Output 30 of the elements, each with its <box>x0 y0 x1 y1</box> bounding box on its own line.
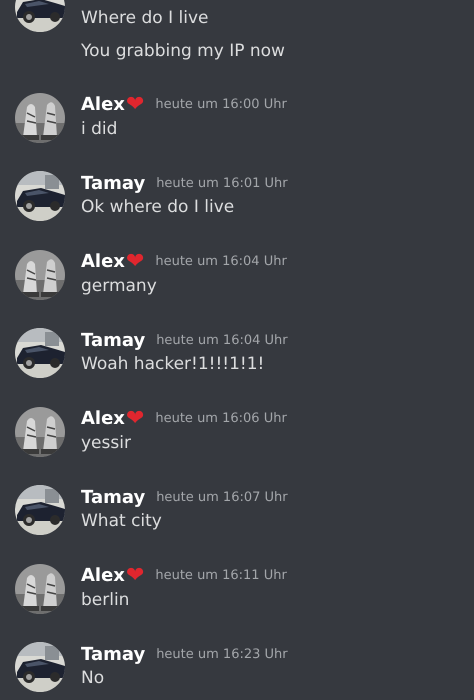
username[interactable]: Alex <box>81 565 125 586</box>
username[interactable]: Tamay <box>81 172 146 194</box>
message-text: yessir <box>81 432 132 454</box>
timestamp: heute um 16:23 Uhr <box>156 646 288 662</box>
username[interactable]: Alex <box>81 251 125 272</box>
timestamp: heute um 16:11 Uhr <box>155 568 287 583</box>
username[interactable]: Tamay <box>81 644 146 664</box>
message-text: Ok where do I live <box>81 196 236 219</box>
timestamp: heute um 16:04 Uhr <box>155 254 287 269</box>
message-text: No <box>81 667 106 690</box>
heart-emoji: ❤ <box>126 406 144 430</box>
username[interactable]: Tamay <box>81 486 146 508</box>
timestamp: heute um 16:04 Uhr <box>156 332 288 348</box>
heart-emoji: ❤ <box>126 564 144 588</box>
message-text: Where do I live <box>81 7 210 30</box>
username[interactable]: Alex <box>81 94 125 115</box>
timestamp: heute um 16:06 Uhr <box>155 411 287 426</box>
timestamp: heute um 16:07 Uhr <box>156 490 288 504</box>
message-text: You grabbing my IP now <box>81 40 285 63</box>
timestamp: heute um 16:00 Uhr <box>155 97 287 112</box>
username[interactable]: Tamay <box>81 330 146 350</box>
message-text: i did <box>81 118 118 140</box>
message-text: Woah hacker!1!!!1!1! <box>81 353 266 376</box>
heart-emoji: ❤ <box>126 250 144 274</box>
heart-emoji: ❤ <box>126 92 144 116</box>
timestamp: heute um 16:01 Uhr <box>156 176 288 190</box>
message-text: germany <box>81 274 158 298</box>
message-text: berlin <box>81 588 130 612</box>
username[interactable]: Alex <box>81 408 125 429</box>
message-text: What city <box>81 510 163 533</box>
